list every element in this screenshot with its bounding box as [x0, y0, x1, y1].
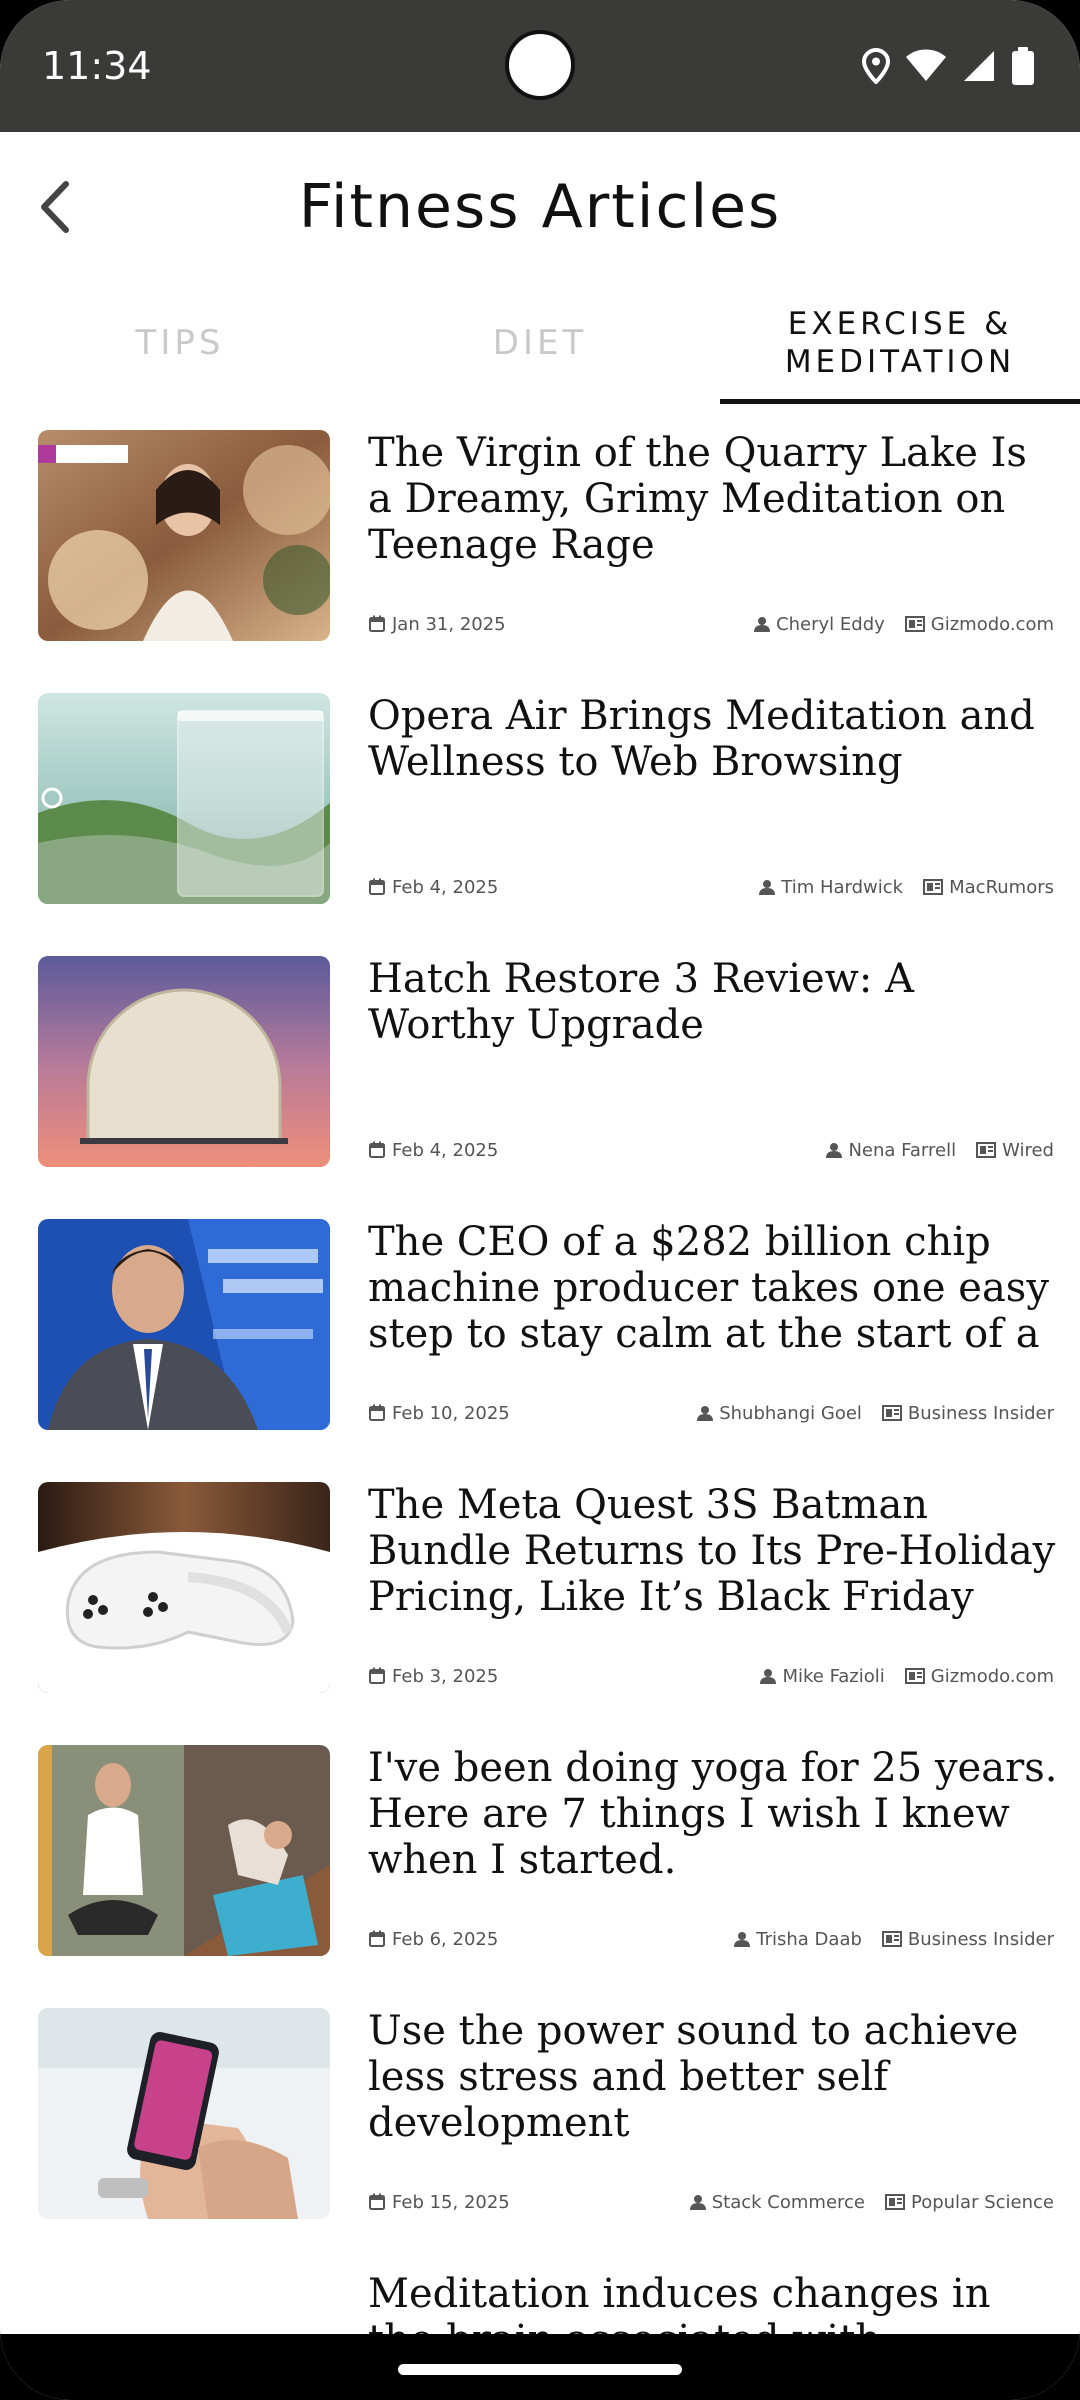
tab-tips[interactable]: TIPS [0, 282, 360, 404]
article-meta: Feb 3, 2025 Mike Fazioli Gizmodo.com [368, 1664, 1054, 1688]
article-source: Business Insider [907, 1402, 1054, 1424]
article-meta: Feb 10, 2025 Shubhangi Goel Business Ins… [368, 1401, 1054, 1425]
newspaper-icon [976, 1142, 997, 1158]
tab-diet[interactable]: DIET [360, 282, 720, 404]
person-icon [826, 1143, 843, 1158]
article-item[interactable]: The Meta Quest 3S Batman Bundle Returns … [0, 1456, 1080, 1719]
tab-exercise-meditation-label: EXERCISE & MEDITATION [784, 306, 1016, 380]
battery-icon [1012, 47, 1034, 85]
article-meta: Feb 15, 2025 Stack Commerce Popular Scie… [368, 2190, 1054, 2214]
newspaper-icon [885, 2194, 905, 2210]
article-source: Wired [1002, 1139, 1054, 1161]
article-date: Jan 31, 2025 [392, 613, 506, 635]
article-author: Stack Commerce [711, 2191, 865, 2213]
person-icon [760, 1669, 777, 1684]
article-source: Gizmodo.com [930, 1665, 1054, 1687]
category-tabs: TIPS DIET EXERCISE & MEDITATION [0, 282, 1080, 404]
article-date: Feb 15, 2025 [392, 2191, 510, 2213]
article-source: Business Insider [907, 1928, 1054, 1950]
article-meta: Feb 6, 2025 Trisha Daab Business Insider [368, 1927, 1054, 1951]
status-bar: 11:34 [0, 0, 1080, 132]
newspaper-icon [904, 616, 925, 632]
person-icon [697, 1406, 714, 1421]
calendar-icon [369, 1404, 385, 1421]
article-title: The Meta Quest 3S Batman Bundle Returns … [368, 1482, 1056, 1620]
article-title: The Virgin of the Quarry Lake Is a Dream… [368, 430, 1027, 568]
newspaper-icon [881, 1405, 902, 1421]
calendar-icon [369, 1667, 385, 1684]
article-title: I've been doing yoga for 25 years. Here … [368, 1745, 1058, 1883]
article-thumbnail [38, 2008, 330, 2219]
wifi-icon [906, 49, 946, 83]
home-gesture-handle[interactable] [398, 2364, 682, 2375]
article-meta: Feb 4, 2025 Tim Hardwick MacRumors [368, 875, 1054, 899]
calendar-icon [369, 615, 385, 632]
camera-cutout [505, 30, 575, 100]
navigation-bar [0, 2334, 1080, 2400]
article-title: Meditation induces changes in the brain … [368, 2271, 991, 2334]
person-icon [759, 880, 776, 895]
status-icons [862, 46, 1034, 86]
article-date: Feb 4, 2025 [392, 1139, 499, 1161]
article-meta: Jan 31, 2025 Cheryl Eddy Gizmodo.com [368, 612, 1054, 636]
article-thumbnail [38, 1482, 330, 1693]
article-item[interactable]: Use the power sound to achieve less stre… [0, 1982, 1080, 2245]
newspaper-icon [923, 879, 944, 895]
article-thumbnail [38, 1219, 330, 1430]
article-date: Feb 10, 2025 [392, 1402, 510, 1424]
person-icon [689, 2195, 706, 2210]
article-item[interactable]: The Virgin of the Quarry Lake Is a Dream… [0, 404, 1080, 667]
article-author: Mike Fazioli [782, 1665, 885, 1687]
article-source: Gizmodo.com [930, 613, 1054, 635]
article-author: Cheryl Eddy [776, 613, 885, 635]
article-source: Popular Science [911, 2191, 1054, 2213]
article-item[interactable]: Hatch Restore 3 Review: A Worthy Upgrade… [0, 930, 1080, 1193]
calendar-icon [369, 1930, 385, 1947]
newspaper-icon [904, 1668, 925, 1684]
article-meta: Feb 4, 2025 Nena Farrell Wired [368, 1138, 1054, 1162]
article-title: Use the power sound to achieve less stre… [368, 2008, 1019, 2146]
article-thumbnail [38, 956, 330, 1167]
calendar-icon [369, 1141, 385, 1158]
article-title: The CEO of a $282 billion chip machine p… [368, 1219, 1049, 1357]
article-author: Nena Farrell [848, 1139, 957, 1161]
signal-icon [962, 49, 996, 83]
article-title: Opera Air Brings Meditation and Wellness… [368, 693, 1035, 785]
app-bar: Fitness Articles [0, 132, 1080, 282]
calendar-icon [369, 2193, 385, 2210]
phone-screen: 11:34 Fitness Articles TIPS DIET EXERCIS… [0, 0, 1080, 2400]
person-icon [734, 1932, 751, 1947]
article-author: Shubhangi Goel [719, 1402, 862, 1424]
newspaper-icon [881, 1931, 902, 1947]
article-date: Feb 3, 2025 [392, 1665, 499, 1687]
article-item[interactable]: Meditation induces changes in the brain … [0, 2245, 1080, 2334]
article-date: Feb 6, 2025 [392, 1928, 499, 1950]
article-list[interactable]: The Virgin of the Quarry Lake Is a Dream… [0, 404, 1080, 2334]
status-time: 11:34 [42, 44, 152, 88]
article-thumbnail [38, 693, 330, 904]
location-icon [862, 48, 890, 84]
tab-exercise-meditation[interactable]: EXERCISE & MEDITATION [720, 282, 1080, 404]
article-item[interactable]: Opera Air Brings Meditation and Wellness… [0, 667, 1080, 930]
person-icon [754, 617, 771, 632]
article-item[interactable]: I've been doing yoga for 25 years. Here … [0, 1719, 1080, 1982]
calendar-icon [369, 878, 385, 895]
article-thumbnail [38, 430, 330, 641]
article-thumbnail [38, 1745, 330, 1956]
article-date: Feb 4, 2025 [392, 876, 499, 898]
page-title: Fitness Articles [298, 172, 782, 242]
article-author: Tim Hardwick [781, 876, 904, 898]
article-item[interactable]: The CEO of a $282 billion chip machine p… [0, 1193, 1080, 1456]
article-source: MacRumors [949, 876, 1054, 898]
article-title: Hatch Restore 3 Review: A Worthy Upgrade [368, 956, 914, 1048]
article-author: Trisha Daab [756, 1928, 862, 1950]
